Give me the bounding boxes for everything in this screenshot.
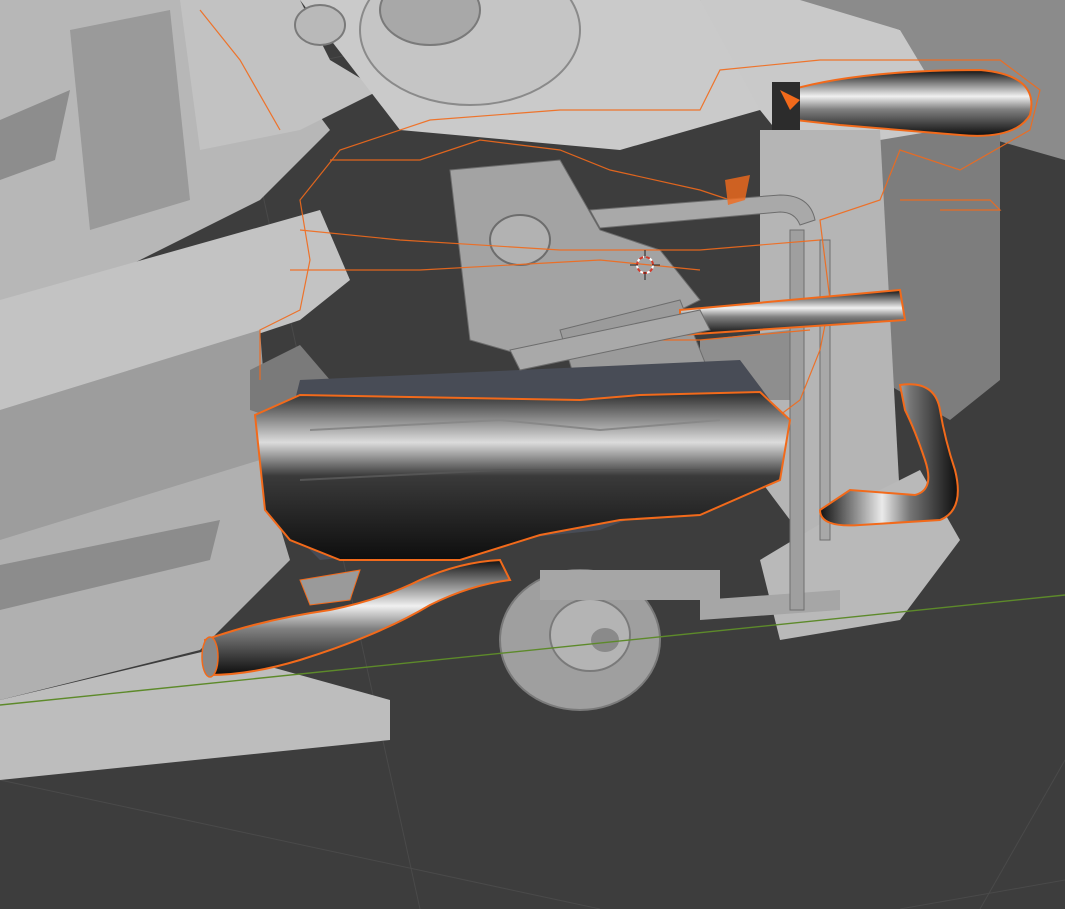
viewport-canvas[interactable] [0,0,1065,909]
oil-pan[interactable] [253,390,792,561]
3d-viewport[interactable]: car-chassis-engine-underside [0,0,1065,909]
